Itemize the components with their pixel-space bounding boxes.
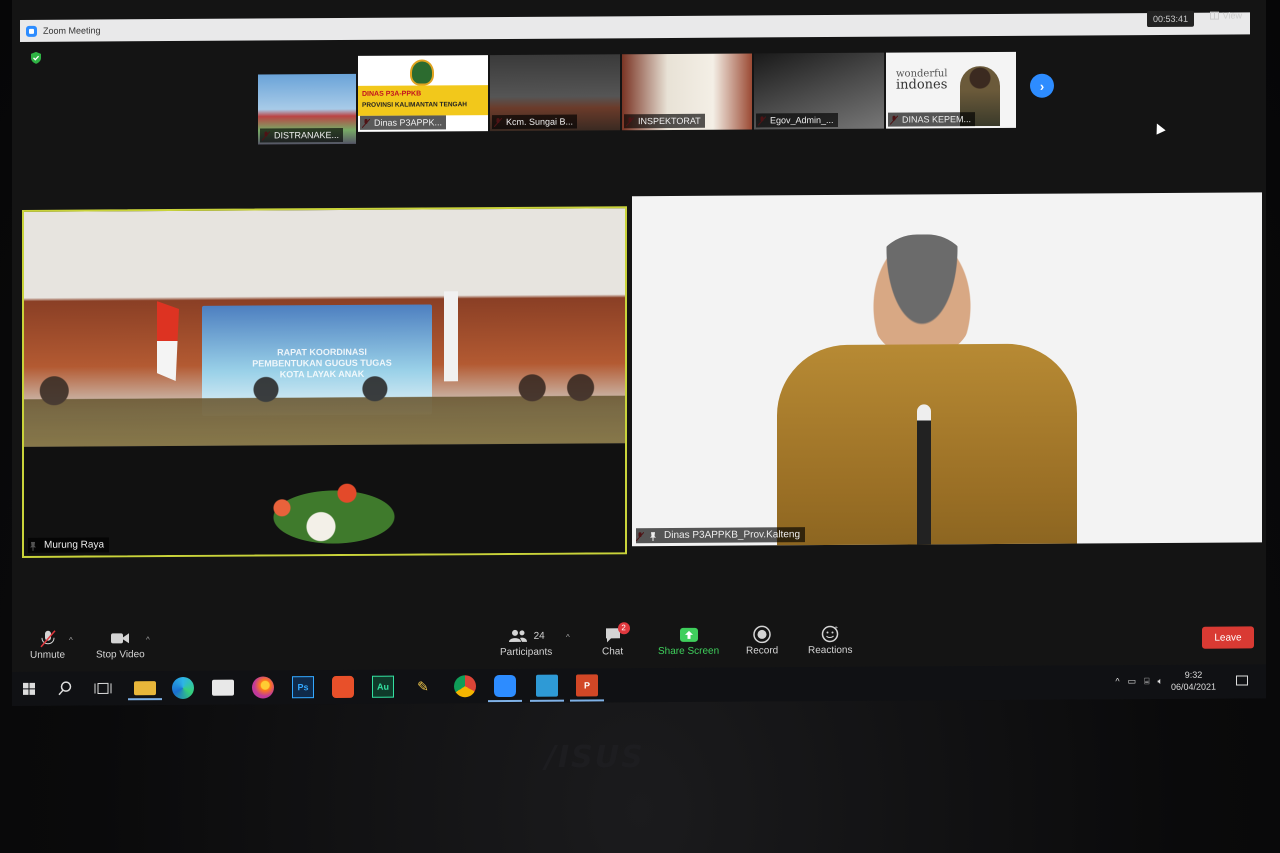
taskbar-clock[interactable]: 9:32 06/04/2021 bbox=[1171, 669, 1216, 693]
logo-text: indones bbox=[896, 77, 948, 93]
chrome-icon[interactable] bbox=[454, 675, 476, 698]
photoshop-icon[interactable]: Ps bbox=[292, 676, 314, 699]
mic-muted-icon bbox=[39, 630, 56, 648]
participant-thumbnail[interactable]: wonderful indones DINAS KEPEM... bbox=[886, 51, 1016, 129]
edge-browser-icon[interactable] bbox=[172, 676, 194, 700]
shield-icon[interactable] bbox=[30, 51, 42, 64]
gallery-strip: DISTRANAKE... DINAS P3A-PPKB PROVINSI KA… bbox=[244, 51, 1054, 145]
search-icon[interactable] bbox=[54, 678, 76, 700]
participant-name: Dinas P3APPKB_Prov.Kalteng bbox=[636, 527, 806, 544]
participant-name: Murung Raya bbox=[28, 537, 110, 553]
stop-video-button[interactable]: Stop Video bbox=[96, 627, 145, 660]
participant-thumbnail[interactable]: DISTRANAKE... bbox=[258, 73, 356, 145]
battery-icon[interactable]: ▭ bbox=[1128, 676, 1137, 687]
unmute-button[interactable]: Unmute bbox=[30, 628, 65, 661]
participant-name: DISTRANAKE... bbox=[260, 127, 344, 143]
desk-microphone bbox=[917, 404, 931, 545]
video-tile-active-speaker[interactable]: RAPAT KOORDINASI PEMBENTUKAN GUGUS TUGAS… bbox=[22, 206, 627, 558]
participants-button[interactable]: 24 Participants bbox=[500, 625, 552, 658]
windows-start-icon[interactable] bbox=[18, 678, 40, 700]
stop-video-label: Stop Video bbox=[96, 649, 145, 661]
svg-text:+: + bbox=[834, 625, 838, 632]
record-label: Record bbox=[746, 645, 779, 657]
participant-name: DINAS KEPEM... bbox=[888, 112, 976, 127]
participant-name: Kcm. Sungai B... bbox=[492, 114, 578, 130]
banner-line: PROVINSI KALIMANTAN TENGAH bbox=[362, 101, 467, 109]
participants-icon bbox=[508, 629, 527, 642]
zoom-app-icon bbox=[26, 25, 37, 37]
window-title: Zoom Meeting bbox=[43, 25, 101, 36]
laptop-bezel: Zoom Meeting 00:53:41 View DISTRANAKE...… bbox=[0, 0, 1280, 853]
next-page-button[interactable]: › bbox=[1030, 73, 1054, 98]
participant-thumbnail[interactable]: Egov_Admin_... bbox=[754, 52, 884, 130]
mouse-cursor-icon bbox=[1152, 121, 1166, 135]
clock-date: 06/04/2021 bbox=[1170, 681, 1216, 692]
reactions-button[interactable]: + Reactions bbox=[808, 623, 852, 656]
firefox-icon[interactable] bbox=[252, 676, 274, 699]
reactions-label: Reactions bbox=[808, 644, 853, 657]
video-tile-speaker[interactable]: Dinas P3APPKB_Prov.Kalteng bbox=[632, 192, 1262, 547]
pin-icon bbox=[650, 532, 656, 542]
clock-time: 9:32 bbox=[1184, 669, 1203, 680]
screen: Zoom Meeting 00:53:41 View DISTRANAKE...… bbox=[12, 0, 1266, 706]
task-view-icon[interactable] bbox=[92, 677, 114, 699]
chat-badge: 2 bbox=[617, 622, 630, 635]
participants-count: 24 bbox=[533, 630, 545, 642]
agency-banner: DINAS P3A-PPKB PROVINSI KALIMANTAN TENGA… bbox=[358, 85, 488, 116]
share-screen-label: Share Screen bbox=[658, 645, 720, 658]
participant-thumbnail[interactable]: INSPEKTORAT bbox=[622, 53, 752, 131]
view-label: View bbox=[1222, 10, 1242, 21]
app-blue-icon[interactable] bbox=[536, 674, 558, 697]
share-screen-icon bbox=[679, 627, 698, 642]
brand-logo: /ISUS bbox=[545, 740, 645, 775]
notification-icon[interactable] bbox=[1236, 675, 1248, 686]
participant-name: Dinas P3APPK... bbox=[360, 115, 447, 130]
app-red-icon[interactable] bbox=[332, 675, 354, 699]
chevron-right-icon: › bbox=[1039, 78, 1045, 94]
chevron-up-icon[interactable]: ^ bbox=[146, 635, 150, 644]
zoom-taskbar-icon[interactable] bbox=[494, 674, 516, 698]
grid-icon bbox=[1209, 11, 1219, 20]
store-icon[interactable] bbox=[212, 679, 234, 696]
record-button[interactable]: Record bbox=[746, 623, 779, 657]
participants-label: Participants bbox=[500, 646, 553, 659]
smiley-icon: + bbox=[821, 625, 839, 643]
speaker-head bbox=[872, 234, 972, 355]
leave-button[interactable]: Leave bbox=[1202, 626, 1254, 649]
chevron-up-icon[interactable]: ^ bbox=[566, 633, 570, 642]
chevron-up-icon[interactable]: ^ bbox=[69, 636, 73, 645]
record-icon bbox=[753, 625, 771, 644]
powerpoint-icon[interactable]: P bbox=[576, 674, 598, 697]
share-screen-button[interactable]: Share Screen bbox=[658, 624, 719, 657]
participant-name: Egov_Admin_... bbox=[756, 112, 838, 128]
meeting-attendees bbox=[24, 363, 627, 447]
audition-icon[interactable]: Au bbox=[372, 675, 394, 698]
chevron-up-icon[interactable]: ^ bbox=[1115, 676, 1119, 686]
file-explorer-icon[interactable] bbox=[134, 681, 156, 696]
meeting-timer: 00:53:41 bbox=[1146, 10, 1194, 28]
view-button[interactable]: View bbox=[1209, 10, 1242, 21]
unmute-label: Unmute bbox=[30, 649, 66, 661]
network-icon[interactable]: ⌸ bbox=[1144, 676, 1149, 687]
chat-button[interactable]: 2 Chat bbox=[602, 622, 630, 658]
participant-thumbnail[interactable]: DINAS P3A-PPKB PROVINSI KALIMANTAN TENGA… bbox=[358, 55, 488, 132]
window-titlebar: Zoom Meeting bbox=[20, 12, 1250, 42]
pen-tool-icon[interactable]: ✎ bbox=[412, 675, 434, 697]
wonderful-indonesia-logo: wonderful indones bbox=[896, 68, 948, 93]
participant-name: INSPEKTORAT bbox=[624, 113, 705, 129]
participant-thumbnail[interactable]: Kcm. Sungai B... bbox=[490, 54, 620, 132]
video-camera-icon bbox=[111, 633, 130, 644]
crest-logo bbox=[410, 59, 434, 86]
flower-arrangement bbox=[204, 459, 464, 556]
speaker-person bbox=[777, 233, 1077, 547]
system-tray: ^ ▭ ⌸ 🔈︎ 9:32 06/04/2021 bbox=[1115, 668, 1248, 693]
windows-taskbar: Ps Au ✎ P ^ ▭ ⌸ 🔈︎ 9:32 06/04/2021 bbox=[12, 664, 1266, 706]
volume-icon[interactable]: 🔈︎ bbox=[1158, 675, 1163, 686]
chat-label: Chat bbox=[602, 646, 624, 658]
banner-line: DINAS P3A-PPKB bbox=[362, 90, 422, 98]
